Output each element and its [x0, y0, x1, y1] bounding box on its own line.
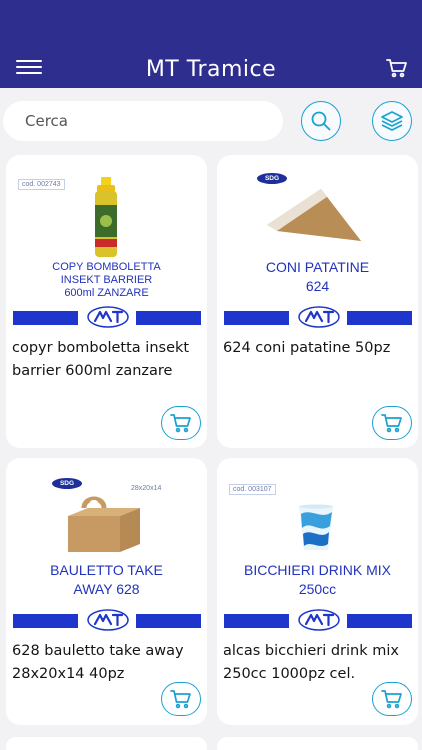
brand-band: [13, 609, 201, 631]
mt-logo-icon: [298, 306, 340, 328]
product-caption-line: BAULETTO TAKE: [50, 562, 163, 578]
add-to-cart-button[interactable]: [372, 406, 412, 440]
product-card[interactable]: [217, 737, 418, 750]
size-tag: 28x20x14: [128, 484, 165, 493]
brand-band: [224, 306, 412, 328]
product-name[interactable]: copyr bomboletta insekt barrier 600ml za…: [12, 337, 201, 383]
product-name[interactable]: 628 bauletto take away 28x20x14 40pz: [12, 640, 201, 686]
shopping-cart-icon: [170, 414, 191, 433]
product-caption-line: AWAY 628: [73, 581, 140, 597]
product-caption-line: 600ml ZANZARE: [64, 287, 149, 299]
product-caption-line: 624: [305, 278, 330, 294]
search-button[interactable]: [301, 101, 341, 141]
product-caption-line: INSEKT BARRIER: [60, 274, 153, 286]
product-image: SDG CONI PATATINE 624: [217, 155, 418, 333]
product-card[interactable]: cod. 003107 BICCHIERI DRINK MIX 250cc al…: [217, 458, 418, 725]
product-image: cod. 003107 BICCHIERI DRINK MIX 250cc: [217, 458, 418, 636]
product-caption-line: CONI PATATINE: [265, 259, 370, 275]
add-to-cart-button[interactable]: [372, 682, 412, 716]
search-field: [3, 101, 283, 141]
brand-logo: SDG: [52, 478, 82, 489]
app-title: MT Tramice: [145, 57, 277, 82]
app-header: MT Tramice: [0, 0, 422, 88]
paper-cone-image: [267, 189, 361, 241]
shopping-cart-icon: [381, 690, 402, 709]
add-to-cart-button[interactable]: [161, 406, 201, 440]
search-icon: [311, 111, 331, 131]
shopping-cart-icon: [170, 690, 191, 709]
shopping-cart-icon[interactable]: [386, 58, 408, 78]
product-code: cod. 003107: [229, 484, 276, 495]
mt-logo-icon: [87, 306, 129, 328]
product-image: cod. 002743 COPY BOMBOLETTA INSEKT BARRI…: [6, 155, 207, 333]
product-name[interactable]: 624 coni patatine 50pz: [223, 337, 412, 360]
product-caption-line: 250cc: [298, 581, 337, 597]
product-card[interactable]: cod. 002743 COPY BOMBOLETTA INSEKT BARRI…: [6, 155, 207, 448]
product-card[interactable]: SDG CONI PATATINE 624 624 coni patatine …: [217, 155, 418, 448]
spray-can-image: [95, 177, 117, 257]
product-image: SDG 28x20x14 BAULETTO TAKE AWAY 628: [6, 458, 207, 636]
layers-icon: [381, 111, 403, 131]
product-card[interactable]: SDG 28x20x14 BAULETTO TAKE AWAY 628 628 …: [6, 458, 207, 725]
mt-logo-icon: [87, 609, 129, 631]
shopping-cart-icon: [381, 414, 402, 433]
product-code: cod. 002743: [18, 179, 65, 190]
product-name[interactable]: alcas bicchieri drink mix 250cc 1000pz c…: [223, 640, 412, 686]
cup-image: [299, 504, 333, 550]
add-to-cart-button[interactable]: [161, 682, 201, 716]
product-card[interactable]: [6, 737, 207, 750]
search-input[interactable]: [3, 101, 283, 141]
cardboard-box-image: [68, 496, 140, 552]
product-caption-line: COPY BOMBOLETTA: [52, 261, 161, 273]
categories-button[interactable]: [372, 101, 412, 141]
brand-band: [13, 306, 201, 328]
product-caption-line: BICCHIERI DRINK MIX: [243, 562, 391, 578]
mt-logo-icon: [298, 609, 340, 631]
brand-band: [224, 609, 412, 631]
